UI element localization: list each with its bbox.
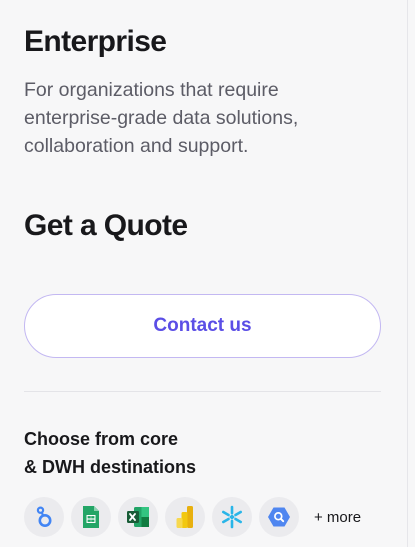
more-destinations-label: + more (314, 508, 362, 526)
destination-icons: + more (24, 496, 361, 538)
enterprise-plan-card: Enterprise For organizations that requir… (0, 0, 406, 547)
destinations-heading: Choose from core & DWH destinations (24, 425, 324, 481)
plan-description: For organizations that require enterpris… (24, 79, 299, 157)
looker-studio-icon (24, 497, 64, 537)
bigquery-icon (259, 497, 299, 537)
power-bi-icon (165, 497, 205, 537)
divider (24, 391, 381, 392)
card-edge (407, 0, 408, 547)
snowflake-icon (212, 497, 252, 537)
plan-title: Enterprise (24, 25, 167, 58)
excel-icon (118, 497, 158, 537)
plan-price: Get a Quote (24, 209, 188, 242)
destinations-heading-line-2: & DWH destinations (24, 457, 197, 477)
destinations-heading-line-1: Choose from core (24, 429, 179, 449)
contact-us-button[interactable]: Contact us (24, 294, 381, 358)
google-sheets-icon (71, 497, 111, 537)
